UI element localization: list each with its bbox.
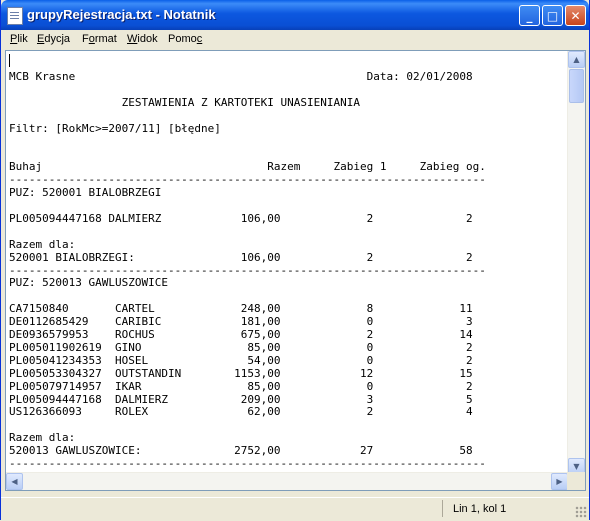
menu-plik[interactable]: Plik xyxy=(10,33,28,45)
status-bar: Lin 1, kol 1 xyxy=(1,497,589,520)
document-line: 520001 BIALOBRZEGI: 106,00 2 2 xyxy=(9,250,473,264)
document-line: PL005079714957 IKAR 85,00 0 2 xyxy=(9,379,473,393)
text-editor[interactable]: MCB Krasne Data: 02/01/2008 ZESTAWIENIA … xyxy=(5,50,586,491)
window-title: grupyRejestracja.txt - Notatnik xyxy=(27,7,216,22)
document-line: Buhaj Razem Zabieg 1 Zabieg og. xyxy=(9,160,486,174)
document-line: MCB Krasne Data: 02/01/2008 xyxy=(9,69,473,83)
document-line: PL005094447168 DALMIERZ 209,00 3 5 xyxy=(9,392,473,406)
notepad-app-icon[interactable] xyxy=(7,7,23,25)
document-line: DE0936579953 ROCHUS 675,00 2 14 xyxy=(9,328,473,342)
close-button[interactable]: ✕ xyxy=(565,5,586,26)
document-line: CA7150840 CARTEL 248,00 8 11 xyxy=(9,302,473,316)
maximize-icon: □ xyxy=(546,9,559,23)
document-line: DE0112685429 CARIBIC 181,00 0 3 xyxy=(9,315,473,329)
menu-format[interactable]: Format xyxy=(82,33,117,45)
menu-edycja[interactable]: Edycja xyxy=(37,33,70,45)
document-line: US126366093 ROLEX 62,00 2 4 xyxy=(9,405,473,419)
status-divider xyxy=(442,500,443,517)
menu-widok[interactable]: Widok xyxy=(127,33,158,45)
vertical-scrollbar[interactable]: ▲ ▼ xyxy=(567,51,585,475)
document-line: PL005041234353 HOSEL 54,00 0 2 xyxy=(9,353,473,367)
document-line: Filtr: [RokMc>=2007/11] [błędne] xyxy=(9,121,221,135)
notepad-window: grupyRejestracja.txt - Notatnik _ □ ✕ Pl… xyxy=(0,0,590,520)
menu-bar: Plik Edycja Format Widok Pomoc xyxy=(1,30,589,49)
menu-pomoc[interactable]: Pomoc xyxy=(168,33,202,45)
horizontal-scrollbar[interactable]: ◀ ▶ xyxy=(6,472,568,490)
scrollbar-corner xyxy=(567,472,585,490)
scroll-right-button[interactable]: ▶ xyxy=(551,473,568,490)
close-icon: ✕ xyxy=(570,9,581,23)
document-line: PL005053304327 OUTSTANDIN 1153,00 12 15 xyxy=(9,366,473,380)
scroll-left-button[interactable]: ◀ xyxy=(6,473,23,490)
resize-grip-icon[interactable] xyxy=(575,506,587,518)
document-text[interactable]: MCB Krasne Data: 02/01/2008 ZESTAWIENIA … xyxy=(9,58,486,471)
chevron-right-icon: ▶ xyxy=(556,477,563,486)
chevron-up-icon: ▲ xyxy=(573,55,580,64)
document-line: ----------------------------------------… xyxy=(9,263,486,277)
document-line: 520013 GAWLUSZOWICE: 2752,00 27 58 xyxy=(9,444,473,458)
document-line: PUZ: 520001 BIALOBRZEGI xyxy=(9,186,162,200)
minimize-button[interactable]: _ xyxy=(519,5,540,26)
minimize-icon: _ xyxy=(526,9,533,23)
document-line: PL005011902619 GINO 85,00 0 2 xyxy=(9,340,473,354)
vertical-scroll-thumb[interactable] xyxy=(569,69,584,103)
cursor-position: Lin 1, kol 1 xyxy=(453,503,507,515)
maximize-button[interactable]: □ xyxy=(542,5,563,26)
chevron-down-icon: ▼ xyxy=(573,462,580,471)
chevron-left-icon: ◀ xyxy=(11,477,18,486)
document-line: PL005094447168 DALMIERZ 106,00 2 2 xyxy=(9,211,473,225)
document-line: ZESTAWIENIA Z KARTOTEKI UNASIENIANIA xyxy=(9,95,360,109)
document-line: Razem dla: xyxy=(9,237,76,251)
document-line: ----------------------------------------… xyxy=(9,173,486,187)
title-bar[interactable]: grupyRejestracja.txt - Notatnik _ □ ✕ xyxy=(1,0,589,30)
document-line: ----------------------------------------… xyxy=(9,457,486,471)
document-line: Razem dla: xyxy=(9,431,76,445)
scroll-up-button[interactable]: ▲ xyxy=(568,51,585,68)
document-line: PUZ: 520013 GAWLUSZOWICE xyxy=(9,276,168,290)
